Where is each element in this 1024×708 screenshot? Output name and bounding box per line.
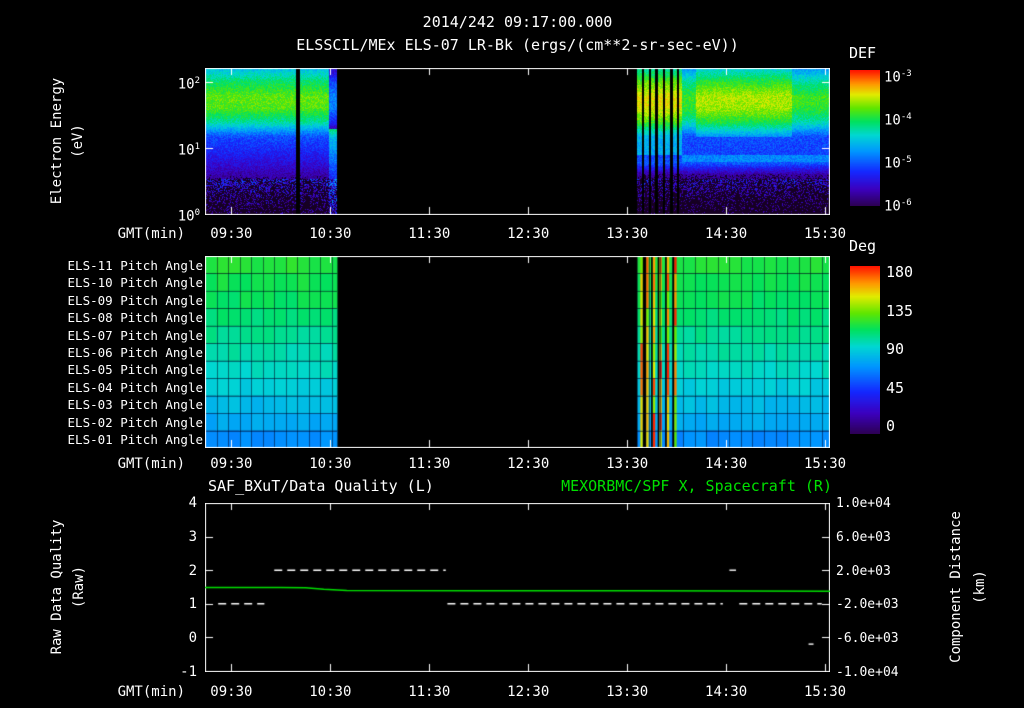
page-title: ELSSCIL/MEx ELS-07 LR-Bk (ergs/(cm**2-sr… <box>296 36 739 54</box>
spec-ytick: 102 <box>177 75 200 93</box>
gmt-label-bottom: GMT(min) <box>117 684 185 700</box>
distance-ytick: 6.0e+03 <box>836 529 891 545</box>
pitch-row-label: ELS-07 Pitch Angle <box>67 327 203 343</box>
gmt-label-middle: GMT(min) <box>117 456 185 472</box>
pitch-row-label: ELS-04 Pitch Angle <box>67 379 203 395</box>
pitch-row-label: ELS-08 Pitch Angle <box>67 310 203 326</box>
deg-colorbar-tick: 0 <box>886 417 896 435</box>
deg-colorbar-tick: 45 <box>886 378 905 397</box>
distance-ytick: 2.0e+03 <box>836 563 891 579</box>
pitch-row-label: ELS-01 Pitch Angle <box>67 432 203 448</box>
pitch-angle-canvas <box>205 256 830 448</box>
xtick-label: 11:30 <box>408 226 451 242</box>
quality-ytick: 4 <box>188 495 197 511</box>
quality-ytick: 3 <box>188 528 197 545</box>
xtick-label: 11:30 <box>408 684 451 700</box>
spec-ytick: 100 <box>177 208 200 225</box>
distance-ytick: -1.0e+04 <box>836 665 899 680</box>
xtick-label: 13:30 <box>606 456 649 472</box>
pitch-row-label: ELS-11 Pitch Angle <box>67 257 203 273</box>
bottom-title-left: SAF_BXuT/Data Quality (L) <box>208 477 434 495</box>
deg-colorbar-tick: 90 <box>886 340 905 358</box>
deg-colorbar-tick: 135 <box>886 301 914 320</box>
pitch-row-label: ELS-03 Pitch Angle <box>67 397 203 413</box>
distance-ytick: -2.0e+03 <box>836 597 899 613</box>
electron-spectrogram-canvas <box>205 68 830 215</box>
distance-ylabel-units: (km) <box>972 570 988 604</box>
xtick-label: 15:30 <box>803 684 847 700</box>
timestamp: 2014/242 09:17:00.000 <box>422 13 613 31</box>
deg-colorbar-tick: 180 <box>886 263 914 281</box>
spec-ylabel-units: (eV) <box>70 124 86 158</box>
pitch-row-label: ELS-09 Pitch Angle <box>67 292 203 308</box>
spec-ytick: 101 <box>177 141 200 159</box>
deg-colorbar <box>850 266 880 434</box>
xtick-label: 14:30 <box>705 684 748 700</box>
quality-ytick: 0 <box>188 630 197 647</box>
quality-ytick: -1 <box>180 664 197 680</box>
quality-ytick: 2 <box>188 562 197 579</box>
xtick-label: 15:30 <box>803 226 847 242</box>
xtick-label: 10:30 <box>309 456 352 472</box>
xtick-label: 12:30 <box>507 226 550 242</box>
pitch-row-label: ELS-05 Pitch Angle <box>67 362 203 378</box>
def-colorbar-tick: 10-3 <box>884 69 912 86</box>
quality-ytick: 1 <box>188 596 197 613</box>
xtick-label: 10:30 <box>309 684 352 700</box>
spectrogram-screen: 2014/242 09:17:00.000 ELSSCIL/MEx ELS-07… <box>0 0 1024 708</box>
quality-ylabel: Raw Data Quality <box>49 519 65 655</box>
distance-ylabel: Component Distance <box>948 511 964 663</box>
def-colorbar-tick: 10-4 <box>884 112 912 129</box>
gmt-label-top: GMT(min) <box>117 226 185 242</box>
xtick-label: 14:30 <box>705 226 748 242</box>
xtick-label: 13:30 <box>606 226 649 242</box>
def-colorbar <box>850 70 880 206</box>
def-colorbar-tick: 10-5 <box>884 155 912 172</box>
xtick-label: 09:30 <box>210 456 253 472</box>
quality-ylabel-units: (Raw) <box>71 565 87 609</box>
def-colorbar-tick: 10-6 <box>884 198 912 215</box>
xtick-label: 12:30 <box>507 456 550 472</box>
pitch-row-label: ELS-06 Pitch Angle <box>67 345 203 360</box>
xtick-label: 10:30 <box>309 226 352 242</box>
distance-ytick: 1.0e+04 <box>836 496 891 511</box>
xtick-label: 09:30 <box>210 226 253 242</box>
pitch-row-label: ELS-10 Pitch Angle <box>67 275 203 291</box>
bottom-title-right: MEXORBMC/SPF X, Spacecraft (R) <box>561 477 832 495</box>
distance-ytick: -6.0e+03 <box>836 631 899 647</box>
xtick-label: 12:30 <box>507 684 550 700</box>
xtick-label: 13:30 <box>606 684 649 700</box>
xtick-label: 15:30 <box>803 456 847 472</box>
pitch-row-label: ELS-02 Pitch Angle <box>67 414 203 430</box>
quality-distance-canvas <box>205 503 830 672</box>
xtick-label: 09:30 <box>210 684 253 700</box>
def-colorbar-label: DEF <box>849 44 877 62</box>
xtick-label: 14:30 <box>705 456 748 472</box>
xtick-label: 11:30 <box>408 456 451 472</box>
spec-ylabel: Electron Energy <box>49 77 65 205</box>
